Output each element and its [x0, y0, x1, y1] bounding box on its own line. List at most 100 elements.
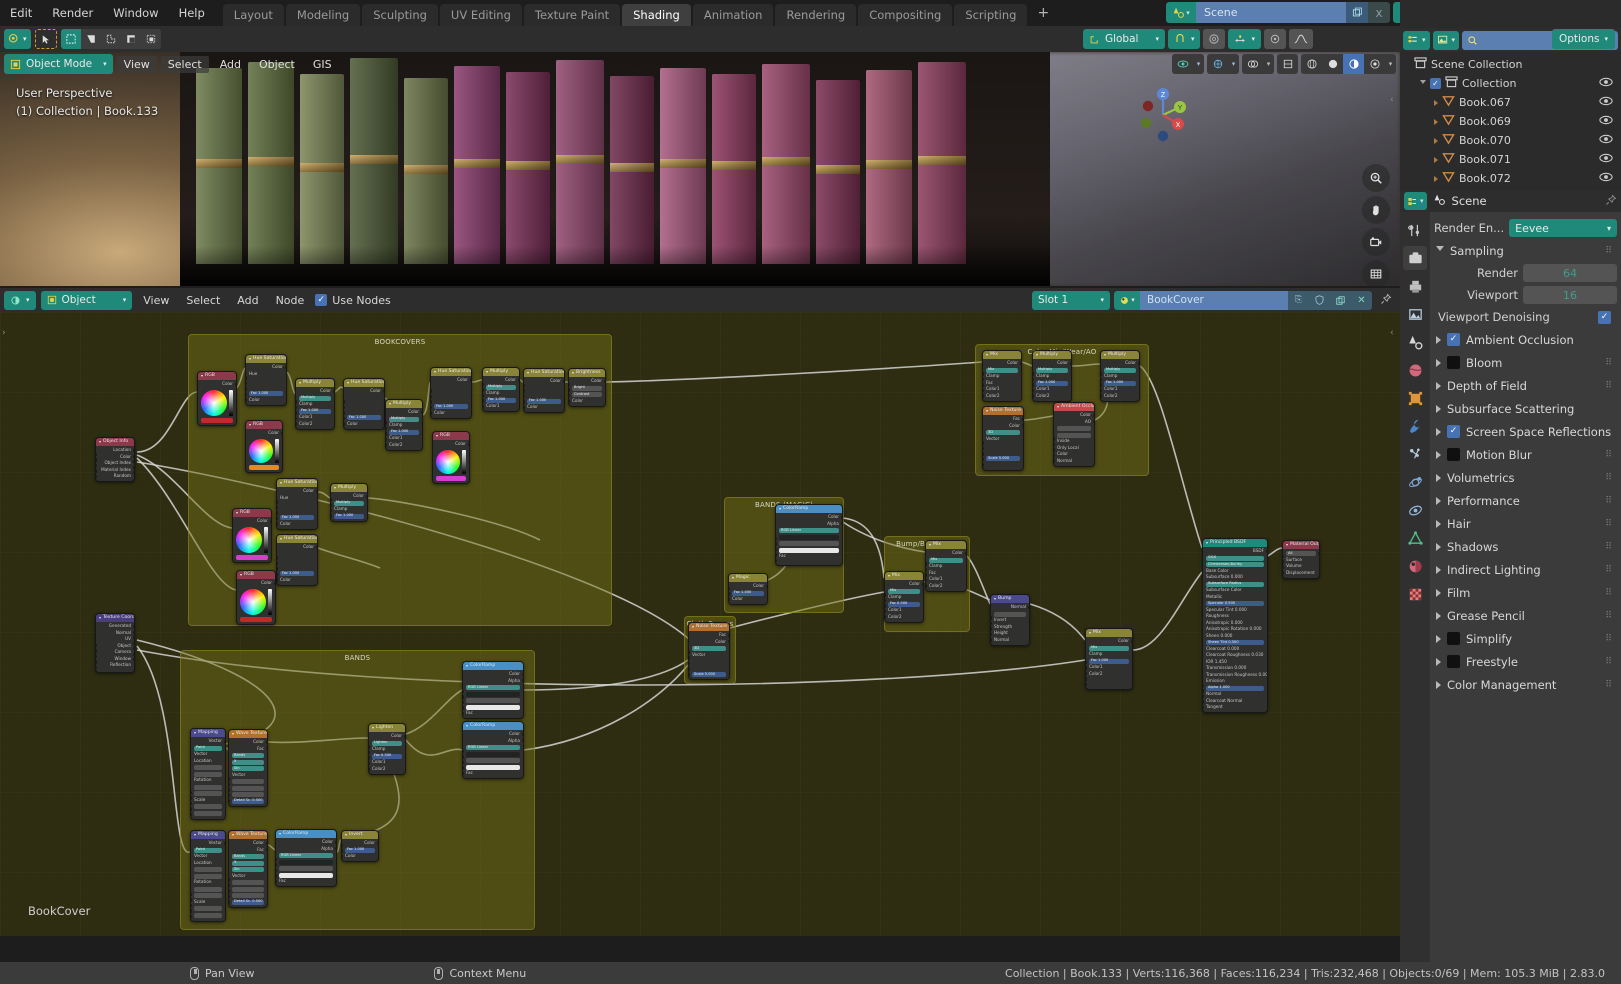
- gizmo-dropdown-icon[interactable]: ▾: [1228, 54, 1239, 74]
- node-value-bar[interactable]: Fac 1.000: [299, 408, 331, 414]
- node-value-bar[interactable]: Fac 1.000: [345, 847, 375, 853]
- shader-node[interactable]: ▾Material OutputAllSurfaceVolumeDisplace…: [1282, 540, 1320, 579]
- node-value-bar[interactable]: 3D: [692, 646, 726, 651]
- chevron-right-icon[interactable]: [1436, 634, 1441, 643]
- mesh-data-tab[interactable]: [1403, 526, 1427, 550]
- node-value-bar[interactable]: Fac 1.000: [434, 404, 468, 409]
- value-slider[interactable]: [229, 389, 233, 416]
- node-header[interactable]: ▾ ColorRamp: [276, 830, 336, 838]
- node-output-socket[interactable]: [562, 380, 564, 384]
- render-section-performance[interactable]: Performance ⠿: [1434, 489, 1617, 512]
- shader-node[interactable]: ▾ Mapping Vector Point Vector Location Rotatio…: [190, 830, 226, 922]
- node-value-bar[interactable]: Contrast: [572, 392, 602, 397]
- node-header[interactable]: ▾Hue Saturation Value: [431, 368, 471, 376]
- node-value-bar[interactable]: Sheen Tint 0.500: [1206, 640, 1264, 645]
- collection-checkbox[interactable]: ✓: [1430, 78, 1441, 89]
- node-value-bar[interactable]: Bands: [232, 753, 264, 758]
- viewport-menu-select[interactable]: Select: [160, 55, 209, 73]
- node-header[interactable]: ▾Hue Saturation Value: [344, 379, 384, 387]
- node-header[interactable]: ▾ Mix: [983, 351, 1021, 359]
- node-collapse-icon[interactable]: ▾: [280, 537, 282, 541]
- node-collapse-icon[interactable]: ▾: [99, 616, 101, 620]
- proportional-falloff-icon[interactable]: ▾: [1228, 29, 1261, 49]
- value-slider[interactable]: [268, 588, 272, 615]
- shader-node[interactable]: ▾Hue Saturation ValueColorFac 1.000Color: [343, 378, 385, 430]
- node-value-bar[interactable]: [1057, 432, 1091, 438]
- outliner-row-book-069[interactable]: Book.069: [1400, 112, 1621, 131]
- scene-selector[interactable]: ▾ Scene x: [1166, 2, 1390, 23]
- node-value-bar[interactable]: Scale 5.000: [986, 456, 1020, 461]
- color-swatch[interactable]: [236, 555, 268, 560]
- node-value-bar[interactable]: Point: [194, 847, 222, 853]
- camera-icon[interactable]: [1362, 228, 1390, 256]
- chevron-right-icon[interactable]: [1434, 175, 1438, 182]
- shader-node[interactable]: ▾ Invert Color Fac 1.000 Color: [341, 830, 379, 862]
- node-collapse-icon[interactable]: ▾: [436, 434, 438, 438]
- shader-node[interactable]: ▾Hue Saturation ValueColorFac 1.000Color: [276, 534, 318, 586]
- book-mesh[interactable]: [506, 72, 550, 264]
- node-header[interactable]: ▾Hue Saturation Value: [277, 535, 317, 543]
- color-wheel-row[interactable]: [236, 526, 268, 554]
- book-mesh[interactable]: [918, 62, 966, 264]
- new-scene-button[interactable]: [1346, 2, 1368, 23]
- node-value-bar[interactable]: Lighten: [372, 740, 402, 746]
- section-checkbox[interactable]: [1447, 356, 1460, 369]
- book-mesh[interactable]: [350, 58, 398, 264]
- node-header[interactable]: ▾ Lighten: [369, 724, 405, 732]
- eye-icon[interactable]: [1599, 77, 1613, 90]
- render-section-screen-space-reflections[interactable]: ✓ Screen Space Reflections: [1434, 420, 1617, 443]
- node-output-socket[interactable]: [265, 746, 267, 750]
- chevron-right-icon[interactable]: [1434, 156, 1438, 163]
- shader-node[interactable]: ▾ Lighten Color Lighten Clamp Fac 0.500 Color1…: [368, 723, 406, 775]
- node-value-bar[interactable]: Fac 0.500: [372, 753, 402, 759]
- shader-node[interactable]: ▾ Magic Color Fac 1.000 Color: [728, 573, 768, 605]
- chevron-right-icon[interactable]: [1434, 118, 1438, 125]
- node-value-bar[interactable]: [779, 541, 839, 546]
- node-value-bar[interactable]: Fac 1.000: [347, 415, 381, 420]
- node-value-bar[interactable]: [232, 886, 264, 892]
- section-checkbox[interactable]: [1447, 448, 1460, 461]
- shader-node[interactable]: ▾ Mapping Vector Point Vector Location Rotatio…: [190, 728, 226, 820]
- navigation-gizmo[interactable]: Z Y X: [1132, 84, 1194, 146]
- node-value-bar[interactable]: [194, 906, 222, 911]
- node-collapse-icon[interactable]: ▾: [194, 731, 196, 735]
- node-output-socket[interactable]: [517, 379, 519, 383]
- node-output-socket[interactable]: [1019, 362, 1021, 366]
- node-output-socket[interactable]: [521, 738, 523, 742]
- node-output-socket[interactable]: [265, 847, 267, 851]
- texture-tab[interactable]: [1403, 582, 1427, 606]
- node-value-bar[interactable]: [194, 810, 222, 816]
- color-wheel[interactable]: [201, 389, 227, 416]
- node-collapse-icon[interactable]: ▾: [194, 833, 196, 837]
- material-name[interactable]: BookCover: [1140, 290, 1288, 310]
- material-selector[interactable]: ▾ BookCover ⎘ ✕: [1114, 290, 1372, 310]
- node-output-socket[interactable]: [1027, 606, 1029, 610]
- workspace-tab-shading[interactable]: Shading: [622, 4, 691, 26]
- node-output-socket[interactable]: [132, 465, 134, 469]
- node-output-socket[interactable]: [132, 647, 134, 651]
- node-value-bar[interactable]: [232, 880, 264, 885]
- shader-node[interactable]: ▾Hue Saturation ValueColorFac 1.000Color: [430, 367, 472, 419]
- menu-edit[interactable]: Edit: [0, 4, 42, 22]
- visibility-dropdown-icon[interactable]: ▾: [1193, 54, 1204, 74]
- node-header[interactable]: ▾ Mix: [885, 572, 923, 580]
- workspace-tab-uv-editing[interactable]: UV Editing: [439, 4, 522, 26]
- transform-orientation-selector[interactable]: Global ▾: [1082, 29, 1165, 49]
- node-collapse-icon[interactable]: ▾: [692, 625, 694, 629]
- node-collapse-icon[interactable]: ▾: [986, 409, 988, 413]
- shader-node[interactable]: ▾ Mix Color Mix Clamp Fac Color1 Color2: [925, 540, 967, 592]
- gizmo-group[interactable]: ▾: [1207, 54, 1239, 74]
- viewport-menu-add[interactable]: Add: [213, 56, 248, 73]
- node-header[interactable]: ▾ Noise Texture: [983, 407, 1023, 415]
- shader-node[interactable]: ▾Texture CoordinateGeneratedNormalUVObje…: [95, 613, 135, 673]
- viewport-sidebar-toggle[interactable]: ›: [2, 328, 6, 338]
- node-output-socket[interactable]: [467, 443, 469, 447]
- node-collapse-icon[interactable]: ▾: [527, 371, 529, 375]
- shading-dropdown-icon[interactable]: ▾: [1385, 54, 1396, 74]
- node-header[interactable]: ▾Hue Saturation Value: [246, 355, 286, 363]
- node-collapse-icon[interactable]: ▾: [986, 353, 988, 357]
- chevron-right-icon[interactable]: [1434, 99, 1438, 106]
- add-workspace-button[interactable]: +: [1029, 2, 1057, 24]
- node-header[interactable]: ▾Hue Saturation Value: [277, 479, 317, 487]
- node-value-bar[interactable]: 3D: [986, 430, 1020, 435]
